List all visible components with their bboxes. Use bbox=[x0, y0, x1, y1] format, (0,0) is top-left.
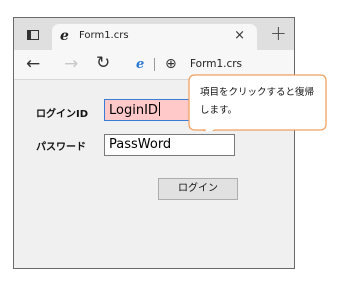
close-tab-icon[interactable]: × bbox=[234, 28, 245, 43]
globe-icon[interactable]: ⊕ bbox=[165, 56, 177, 72]
back-arrow-icon[interactable]: ← bbox=[26, 54, 40, 74]
callout-message: 項目をクリックすると復帰します。 bbox=[200, 87, 315, 116]
edge-favicon-icon: e bbox=[60, 28, 69, 44]
address-bar-url[interactable]: Form1.crs bbox=[190, 58, 242, 70]
window-menu-icon[interactable] bbox=[27, 30, 39, 40]
address-separator bbox=[154, 58, 155, 71]
refresh-icon[interactable]: ↻ bbox=[96, 53, 110, 73]
forward-arrow-icon[interactable]: → bbox=[64, 54, 78, 74]
tab-form1[interactable]: e Form1.crs × bbox=[52, 24, 257, 50]
browser-window: e Form1.crs × + ← → ↻ e ⊕ Form1.crs ログイン… bbox=[13, 17, 295, 269]
password-label: パスワード bbox=[36, 142, 86, 153]
login-id-label: ログインID bbox=[36, 109, 89, 120]
new-tab-icon[interactable]: + bbox=[270, 21, 287, 45]
password-input[interactable]: PassWord bbox=[104, 134, 235, 156]
login-id-value: LoginID bbox=[109, 103, 158, 118]
edge-logo-icon: e bbox=[136, 57, 145, 72]
tab-strip: e Form1.crs × + bbox=[14, 18, 294, 50]
login-button[interactable]: ログイン bbox=[158, 178, 238, 200]
tab-title: Form1.crs bbox=[79, 30, 129, 41]
password-value: PassWord bbox=[109, 137, 172, 152]
text-caret bbox=[158, 102, 160, 116]
